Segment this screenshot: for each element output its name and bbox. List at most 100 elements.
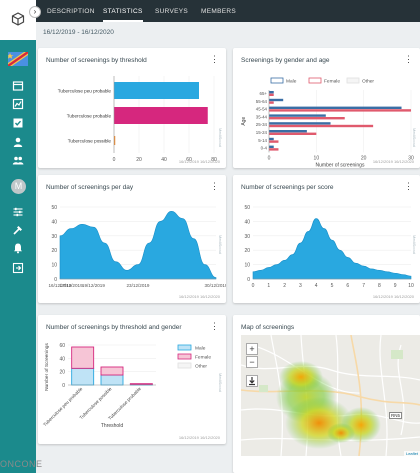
x-tick-label: Tuberculose peu probable — [42, 386, 83, 427]
date-range-filter[interactable]: 16/12/2019 - 16/12/2020 — [43, 29, 114, 36]
x-tick-label: 4 — [315, 283, 318, 289]
app-logo-icon — [11, 12, 25, 26]
y-axis-label: Number of Screenings — [44, 343, 50, 391]
tools-icon[interactable] — [12, 224, 24, 236]
settings-sliders-icon[interactable] — [12, 206, 24, 218]
y-tick-label: 30 — [51, 234, 57, 240]
bar — [269, 145, 274, 148]
x-tick-label: 40 — [161, 157, 167, 163]
y-tick-label: 40 — [244, 219, 250, 225]
dashboard-icon[interactable] — [12, 80, 24, 92]
y-tick-label: 10 — [244, 263, 250, 269]
checklist-icon[interactable] — [12, 117, 24, 129]
x-tick-label: 6 — [346, 283, 349, 289]
group-icon[interactable] — [12, 154, 24, 166]
chart-icon[interactable] — [12, 98, 24, 110]
x-axis-label: Threshold — [101, 423, 123, 429]
collapse-sidebar-button[interactable]: › — [29, 6, 41, 18]
legend-label: Female — [324, 79, 340, 85]
bar — [269, 122, 331, 125]
x-tick-label: 20 — [361, 155, 367, 161]
legend-label: Male — [286, 79, 297, 85]
y-tick-label: 30 — [244, 234, 250, 240]
x-tick-label: 10 — [408, 283, 414, 289]
legend-swatch — [308, 77, 322, 84]
legend-swatch — [177, 362, 192, 369]
card-screenings-per-day: Number of screenings per day ⋮ 0 10 20 30 40… — [38, 175, 226, 303]
card-screenings-by-threshold-gender: Number of screenings by threshold and ge… — [38, 315, 226, 444]
y-tick-label: 60 — [59, 343, 65, 349]
card-date: 16/12/2019 16/12/2020 — [178, 159, 220, 164]
bar — [269, 101, 274, 104]
watermark: MediScout — [412, 235, 417, 254]
flag-icon[interactable] — [8, 52, 28, 66]
tab-surveys[interactable]: SURVEYS — [155, 0, 188, 22]
category-label: Tuberculose peu probable — [58, 89, 112, 94]
bar — [114, 82, 199, 99]
x-tick-label: 0 — [252, 283, 255, 289]
threshold-chart: 0 20 40 60 80Tuberculose peu probableTubercu… — [58, 76, 217, 163]
card-screenings-per-score: Number of screenings per score ⋮ 0 10 20 30… — [233, 175, 420, 303]
tab-members[interactable]: MEMBERS — [201, 0, 236, 22]
stacked-bar-segment — [71, 346, 95, 369]
legend-label: Other — [362, 79, 374, 85]
map-view[interactable]: + − RN5 Leaflet — [241, 335, 420, 456]
card-date: 16/12/2019 16/12/2020 — [372, 294, 414, 299]
stacked-bar-segment — [71, 367, 95, 386]
bar — [269, 93, 274, 96]
tab-statistics[interactable]: STATISTICS — [103, 0, 143, 22]
card-date: 16/12/2019 16/12/2020 — [178, 294, 220, 299]
tab-description[interactable]: DESCRIPTION — [47, 0, 95, 22]
x-tick-label: Tuberculose possible — [79, 386, 113, 420]
bar — [114, 107, 208, 124]
x-tick-label: 0 — [268, 155, 271, 161]
y-tick-label: 40 — [59, 356, 65, 362]
x-tick-label: 1 — [267, 283, 270, 289]
watermark: MediScout — [218, 128, 223, 147]
y-tick-label: 50 — [51, 205, 57, 211]
category-label: Tuberculose probable — [67, 114, 112, 119]
zoom-out-button[interactable]: − — [246, 356, 258, 368]
bar — [269, 106, 402, 109]
bar — [269, 148, 279, 151]
age-tick-label: 15-24 — [256, 130, 268, 135]
x-tick-label: 10 — [314, 155, 320, 161]
age-tick-label: 35-44 — [256, 114, 268, 119]
bar — [269, 132, 317, 135]
x-tick-label: 7 — [362, 283, 365, 289]
stacked-bar-segment — [100, 374, 124, 386]
x-axis-label: Number of screenings — [316, 162, 365, 168]
road-label: RN5 — [389, 412, 403, 419]
avatar[interactable]: M — [11, 179, 26, 194]
card-screenings-by-threshold: Number of screenings by threshold ⋮ 0 20 4… — [38, 48, 226, 168]
y-tick-label: 20 — [51, 248, 57, 254]
legend-swatch — [270, 77, 284, 84]
gender-age-chart: Male Female Other0 10 20 3065+55-6445-5435-44… — [241, 77, 414, 168]
map-attribution-link[interactable]: Leaflet — [403, 451, 420, 456]
download-icon[interactable] — [246, 375, 258, 387]
app-logo[interactable] — [0, 0, 36, 40]
card-screenings-by-gender-age: Screenings by gender and age ⋮ Male Femal… — [233, 48, 420, 168]
x-tick-label: 20 — [136, 157, 142, 163]
card-date: 16/12/2019 16/12/2020 — [178, 435, 220, 440]
map-tiles — [241, 335, 420, 456]
cropped-bottom-text: ONCONE — [0, 459, 43, 469]
bar — [269, 117, 345, 120]
threshold-gender-chart: 0204060Tuberculose peu probableTuberculo… — [42, 343, 211, 429]
person-icon[interactable] — [12, 136, 24, 148]
x-tick-label: 2 — [283, 283, 286, 289]
bar — [269, 91, 274, 94]
sidebar: M — [0, 0, 36, 473]
top-nav: DESCRIPTION STATISTICS SURVEYS MEMBERS — [36, 0, 420, 22]
x-tick-label: 19/12/2019 — [82, 283, 105, 288]
bell-icon[interactable] — [12, 242, 24, 254]
x-tick-label: 5 — [331, 283, 334, 289]
logout-icon[interactable] — [12, 262, 24, 274]
legend-label: Other — [195, 364, 207, 370]
bar — [269, 137, 274, 141]
per-score-chart: 0 10 20 30 40 50 0 1 2 3 4 5 6 7 8 9 10 — [244, 205, 414, 289]
x-tick-label: Tuberculose probable — [107, 386, 142, 421]
legend-swatch — [346, 77, 360, 84]
y-tick-label: 10 — [51, 263, 57, 269]
zoom-in-button[interactable]: + — [246, 343, 258, 355]
